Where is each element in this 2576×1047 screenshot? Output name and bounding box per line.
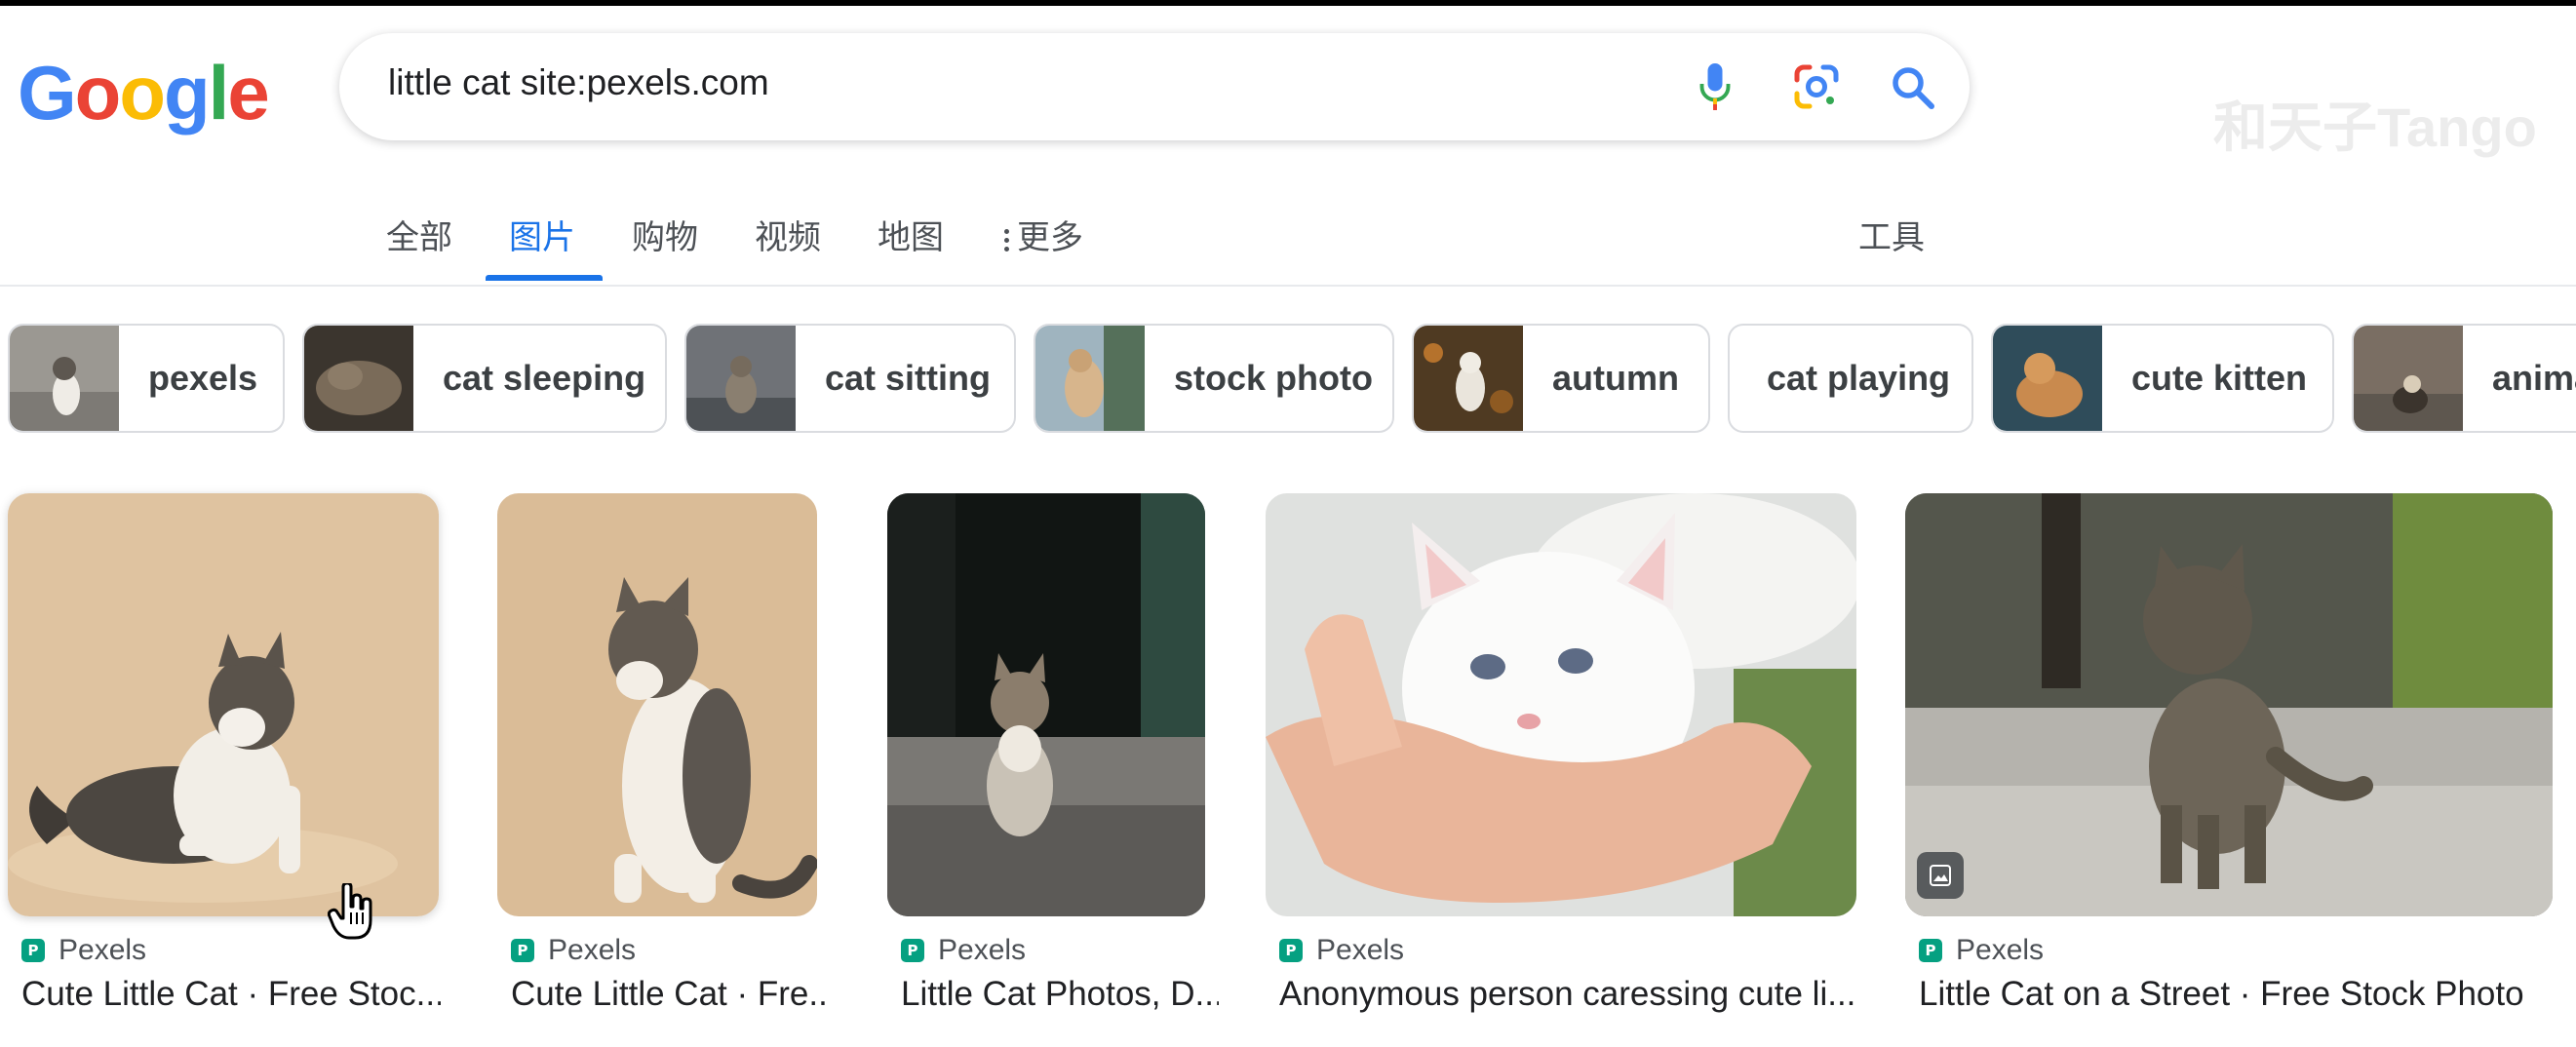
active-tab-indicator — [486, 275, 603, 281]
chip-label: cat playing — [1767, 358, 1951, 398]
tab-more-label: 更多 — [1017, 219, 1083, 256]
chip-label: cat sleeping — [443, 358, 646, 398]
chip-animal[interactable]: anima — [2352, 324, 2576, 433]
chip-cat-sitting[interactable]: cat sitting — [684, 324, 1016, 433]
chip-cat-playing[interactable]: cat playing — [1728, 324, 1973, 433]
source-name: Pexels — [59, 934, 147, 966]
logo-letter-l: l — [208, 50, 230, 136]
result-image[interactable] — [497, 493, 817, 916]
chip-label: cute kitten — [2131, 358, 2308, 398]
result-source[interactable]: P Pexels — [21, 934, 146, 967]
source-name: Pexels — [1316, 934, 1405, 966]
search-input[interactable]: little cat site:pexels.com — [388, 62, 769, 103]
result-title[interactable]: Cute Little Cat · Fre... — [511, 975, 831, 1014]
chip-thumbnail — [1993, 326, 2102, 431]
result-image[interactable] — [887, 493, 1205, 916]
result-image[interactable] — [1905, 493, 2553, 916]
logo-letter-o1: o — [74, 50, 122, 136]
result-source[interactable]: P Pexels — [1919, 934, 2044, 967]
tab-videos[interactable]: 视频 — [755, 211, 821, 258]
chip-cat-sleeping[interactable]: cat sleeping — [302, 324, 667, 433]
source-name: Pexels — [548, 934, 637, 966]
result-source[interactable]: P Pexels — [1279, 934, 1404, 967]
chip-label: autumn — [1552, 358, 1679, 398]
logo-letter-e: e — [227, 50, 269, 136]
source-name: Pexels — [938, 934, 1027, 966]
more-vert-icon — [1004, 225, 1009, 255]
logo-letter-o2: o — [119, 50, 166, 136]
chip-thumbnail — [10, 326, 119, 431]
image-badge-icon — [1917, 852, 1964, 899]
pexels-favicon-icon: P — [901, 939, 924, 962]
chip-thumbnail — [1414, 326, 1523, 431]
tools-button[interactable]: 工具 — [1858, 211, 1925, 258]
result-title[interactable]: Little Cat on a Street · Free Stock Phot… — [1919, 975, 2562, 1014]
search-tabs: 全部 图片 购物 视频 地图 更多 工具 — [0, 195, 2576, 287]
chip-stock-photo[interactable]: stock photo — [1034, 324, 1394, 433]
hand-cursor-icon — [327, 881, 376, 942]
pexels-favicon-icon: P — [1919, 939, 1942, 962]
chip-label: stock photo — [1174, 358, 1373, 398]
microphone-icon[interactable] — [1685, 57, 1745, 117]
chip-thumbnail — [2354, 326, 2463, 431]
chip-autumn[interactable]: autumn — [1412, 324, 1710, 433]
chip-thumbnail — [686, 326, 796, 431]
result-image[interactable] — [8, 493, 439, 916]
chip-label: cat sitting — [825, 358, 992, 398]
logo-letter-g2: g — [163, 50, 211, 136]
tab-more[interactable]: 更多 — [1004, 211, 1083, 258]
google-lens-icon[interactable] — [1786, 57, 1847, 117]
pexels-favicon-icon: P — [1279, 939, 1303, 962]
result-image[interactable] — [1266, 493, 1856, 916]
logo-letter-g1: G — [18, 50, 77, 136]
tab-shopping[interactable]: 购物 — [632, 211, 698, 258]
result-title[interactable]: Anonymous person caressing cute li... — [1279, 975, 1870, 1014]
watermark: 和天子Tango — [2213, 97, 2537, 158]
result-title[interactable]: Cute Little Cat · Free Stoc... — [21, 975, 441, 1014]
chip-thumbnail — [1035, 326, 1145, 431]
google-logo[interactable]: Google — [18, 50, 270, 136]
search-icon[interactable] — [1882, 57, 1942, 117]
chip-thumbnail — [304, 326, 413, 431]
source-name: Pexels — [1956, 934, 2045, 966]
pexels-favicon-icon: P — [21, 939, 45, 962]
tab-maps[interactable]: 地图 — [878, 211, 944, 258]
tab-all[interactable]: 全部 — [386, 211, 452, 258]
chip-pexels[interactable]: pexels — [8, 324, 285, 433]
pexels-favicon-icon: P — [511, 939, 534, 962]
result-title[interactable]: Little Cat Photos, D... — [901, 975, 1219, 1014]
search-box[interactable]: little cat site:pexels.com — [339, 33, 1970, 140]
tab-images[interactable]: 图片 — [509, 211, 575, 258]
chip-label: anima — [2492, 358, 2576, 398]
chip-cute-kitten[interactable]: cute kitten — [1991, 324, 2334, 433]
result-source[interactable]: P Pexels — [901, 934, 1026, 967]
top-edge-bar — [0, 0, 2576, 6]
result-source[interactable]: P Pexels — [511, 934, 636, 967]
chip-label: pexels — [148, 358, 258, 398]
